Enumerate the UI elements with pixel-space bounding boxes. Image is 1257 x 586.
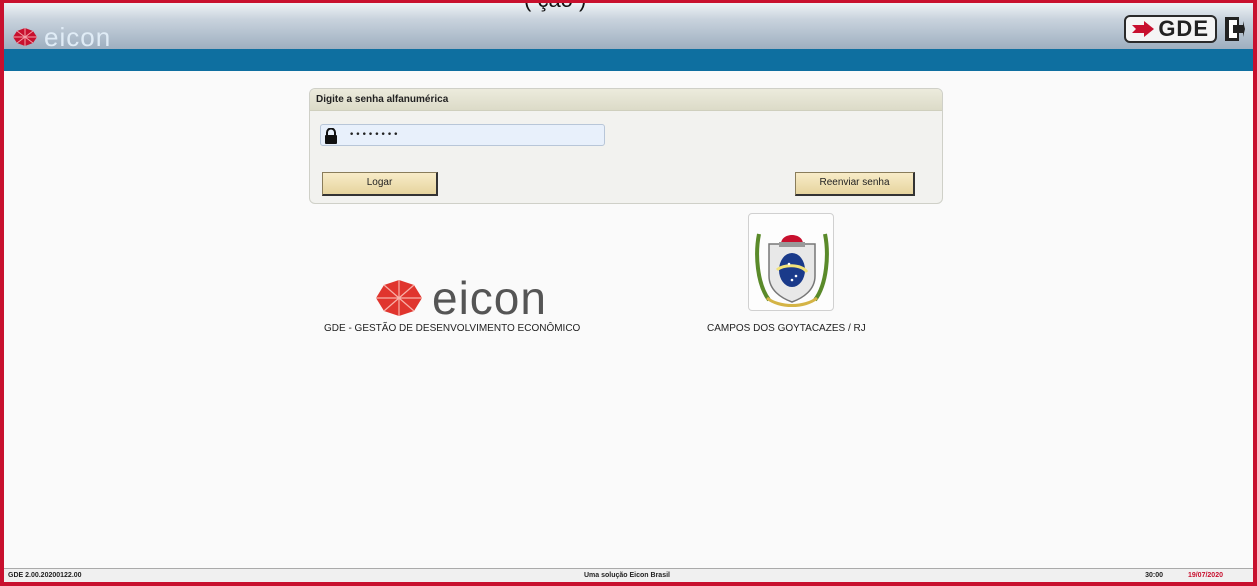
- exit-icon[interactable]: [1223, 15, 1245, 43]
- municipality-caption: CAMPOS DOS GOYTACAZES / RJ: [707, 323, 866, 334]
- login-button[interactable]: Logar: [322, 172, 438, 196]
- arrow-right-icon: [1132, 21, 1155, 37]
- product-caption: GDE - GESTÃO DE DESENVOLVIMENTO ECONÔMIC…: [324, 323, 581, 334]
- footer-date: 19/07/2020: [1187, 572, 1223, 579]
- city-crest: [748, 213, 834, 311]
- lock-icon: [325, 128, 337, 144]
- app-window: ( ção ) eicon GDE: [0, 0, 1257, 586]
- gde-home-button[interactable]: GDE: [1124, 15, 1217, 43]
- version-label: GDE 2.00.20200122.00: [8, 572, 82, 579]
- login-panel-title: Digite a senha alfanumérica: [310, 89, 942, 111]
- eicon-logo-text: eicon: [432, 272, 547, 324]
- eicon-logo: eicon: [374, 271, 547, 325]
- status-footer: GDE 2.00.20200122.00 Uma solução Eicon B…: [4, 568, 1253, 582]
- clipped-top-text: ( ção ): [524, 3, 586, 13]
- gde-badge: GDE: [1124, 15, 1245, 43]
- eicon-header-logo: eicon: [12, 21, 112, 52]
- city-crest-icon: [755, 233, 829, 307]
- login-panel: Digite a senha alfanumérica •••••••• Log…: [309, 88, 943, 204]
- eicon-mark-icon: [13, 28, 37, 46]
- footer-tagline: Uma solução Eicon Brasil: [584, 572, 670, 579]
- gde-badge-label: GDE: [1158, 16, 1209, 41]
- resend-password-button[interactable]: Reenviar senha: [795, 172, 915, 196]
- eicon-mark-large-icon: [376, 280, 422, 316]
- password-value: ••••••••: [349, 130, 400, 140]
- header-blue-strip: [4, 49, 1253, 71]
- header-brand-text: eicon: [44, 21, 112, 52]
- header-bar: [4, 3, 1253, 49]
- password-input[interactable]: ••••••••: [320, 124, 605, 146]
- session-timer: 30:00: [1145, 572, 1163, 579]
